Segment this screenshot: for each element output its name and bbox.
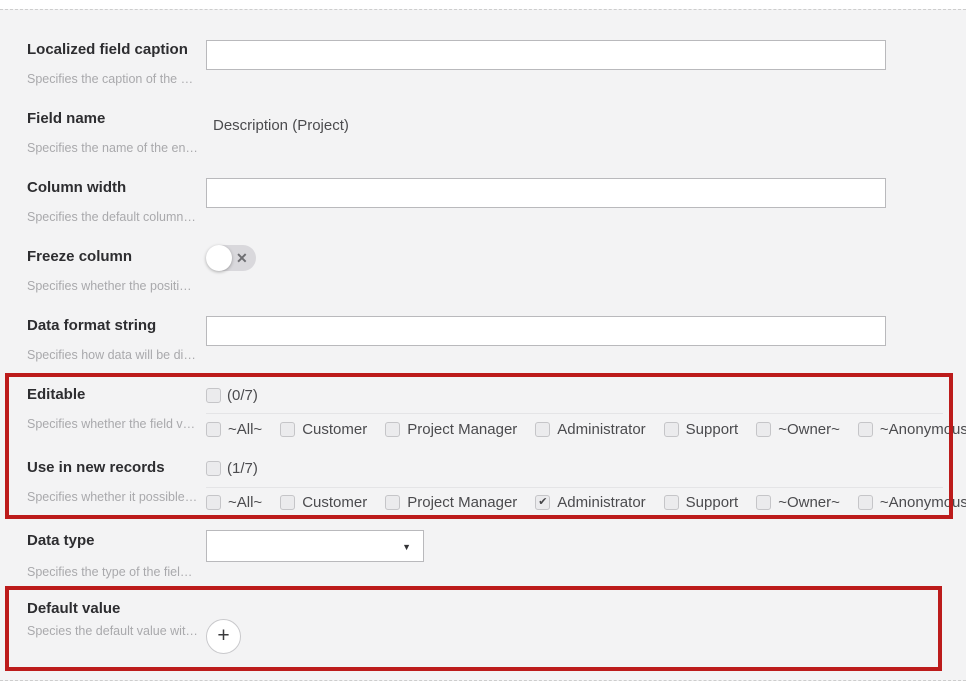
newrec-role-anonymous[interactable]: ~Anonymous~ bbox=[858, 494, 966, 511]
editable-role-support[interactable]: Support bbox=[664, 421, 739, 438]
editable-desc: Specifies whether the field v… bbox=[27, 417, 195, 431]
use-in-new-records-roles-row: ~All~ Customer Project Manager ✔Administ… bbox=[206, 494, 966, 511]
editable-summary-count: (0/7) bbox=[227, 387, 258, 404]
checkbox-icon[interactable] bbox=[756, 495, 771, 510]
newrec-role-owner[interactable]: ~Owner~ bbox=[756, 494, 840, 511]
use-in-new-records-label: Use in new records bbox=[27, 459, 165, 476]
field-settings-page: Localized field caption Specifies the ca… bbox=[0, 0, 966, 689]
column-width-label: Column width bbox=[27, 179, 126, 196]
localized-caption-label: Localized field caption bbox=[27, 41, 188, 58]
add-default-value-button[interactable]: + bbox=[206, 619, 241, 654]
use-in-new-records-summary: (1/7) bbox=[206, 460, 258, 477]
checkbox-icon[interactable] bbox=[858, 422, 873, 437]
editable-label: Editable bbox=[27, 386, 85, 403]
freeze-column-toggle[interactable]: ✕ bbox=[206, 245, 256, 271]
chevron-down-icon: ▼ bbox=[402, 542, 411, 552]
toggle-knob[interactable] bbox=[206, 245, 232, 271]
data-format-desc: Specifies how data will be di… bbox=[27, 348, 196, 362]
data-format-input[interactable] bbox=[206, 316, 886, 346]
checkbox-icon[interactable] bbox=[385, 422, 400, 437]
checkbox-icon[interactable] bbox=[664, 422, 679, 437]
data-type-desc: Specifies the type of the fiel… bbox=[27, 565, 192, 579]
column-width-input[interactable] bbox=[206, 178, 886, 208]
checkbox-icon[interactable] bbox=[858, 495, 873, 510]
field-name-value: Description (Project) bbox=[213, 117, 349, 134]
use-in-new-records-desc: Specifies whether it possible… bbox=[27, 490, 197, 504]
divider bbox=[206, 413, 943, 414]
editable-role-all[interactable]: ~All~ bbox=[206, 421, 262, 438]
editable-role-owner[interactable]: ~Owner~ bbox=[756, 421, 840, 438]
freeze-column-desc: Specifies whether the positi… bbox=[27, 279, 192, 293]
editable-roles-row: ~All~ Customer Project Manager Administr… bbox=[206, 421, 966, 438]
field-name-desc: Specifies the name of the en… bbox=[27, 141, 198, 155]
newrec-role-project-manager[interactable]: Project Manager bbox=[385, 494, 517, 511]
newrec-role-customer[interactable]: Customer bbox=[280, 494, 367, 511]
editable-role-administrator[interactable]: Administrator bbox=[535, 421, 645, 438]
newrec-role-support[interactable]: Support bbox=[664, 494, 739, 511]
use-in-new-records-summary-checkbox[interactable] bbox=[206, 461, 221, 476]
checkbox-checked-icon[interactable]: ✔ bbox=[535, 495, 550, 510]
default-value-label: Default value bbox=[27, 600, 120, 617]
data-type-select[interactable]: ▼ bbox=[206, 530, 424, 562]
checkbox-icon[interactable] bbox=[664, 495, 679, 510]
toggle-off-icon: ✕ bbox=[236, 249, 248, 267]
localized-caption-desc: Specifies the caption of the … bbox=[27, 72, 193, 86]
checkbox-icon[interactable] bbox=[280, 495, 295, 510]
data-type-label: Data type bbox=[27, 532, 95, 549]
column-width-desc: Specifies the default column… bbox=[27, 210, 196, 224]
field-name-label: Field name bbox=[27, 110, 105, 127]
checkbox-icon[interactable] bbox=[385, 495, 400, 510]
checkbox-icon[interactable] bbox=[756, 422, 771, 437]
data-format-label: Data format string bbox=[27, 317, 156, 334]
editable-role-anonymous[interactable]: ~Anonymous~ bbox=[858, 421, 966, 438]
checkbox-icon[interactable] bbox=[206, 495, 221, 510]
newrec-role-all[interactable]: ~All~ bbox=[206, 494, 262, 511]
freeze-column-label: Freeze column bbox=[27, 248, 132, 265]
divider bbox=[206, 487, 943, 488]
localized-caption-input[interactable] bbox=[206, 40, 886, 70]
newrec-role-administrator[interactable]: ✔Administrator bbox=[535, 494, 645, 511]
checkbox-icon[interactable] bbox=[206, 422, 221, 437]
editable-role-customer[interactable]: Customer bbox=[280, 421, 367, 438]
editable-summary: (0/7) bbox=[206, 387, 258, 404]
use-in-new-records-summary-count: (1/7) bbox=[227, 460, 258, 477]
default-value-desc: Species the default value wit… bbox=[27, 624, 198, 638]
editable-role-project-manager[interactable]: Project Manager bbox=[385, 421, 517, 438]
checkbox-icon[interactable] bbox=[280, 422, 295, 437]
editable-summary-checkbox[interactable] bbox=[206, 388, 221, 403]
checkbox-icon[interactable] bbox=[535, 422, 550, 437]
